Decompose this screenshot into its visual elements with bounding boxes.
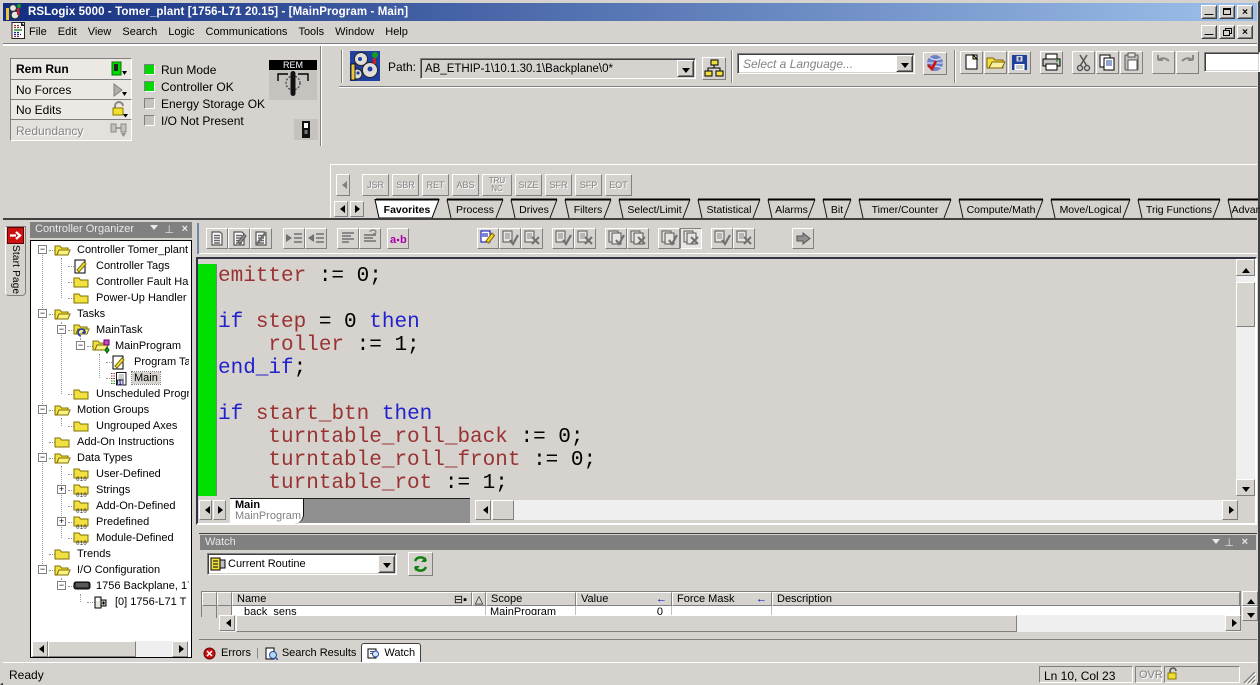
- svg-text:b: b: [400, 234, 407, 246]
- svg-text:a: a: [390, 234, 397, 246]
